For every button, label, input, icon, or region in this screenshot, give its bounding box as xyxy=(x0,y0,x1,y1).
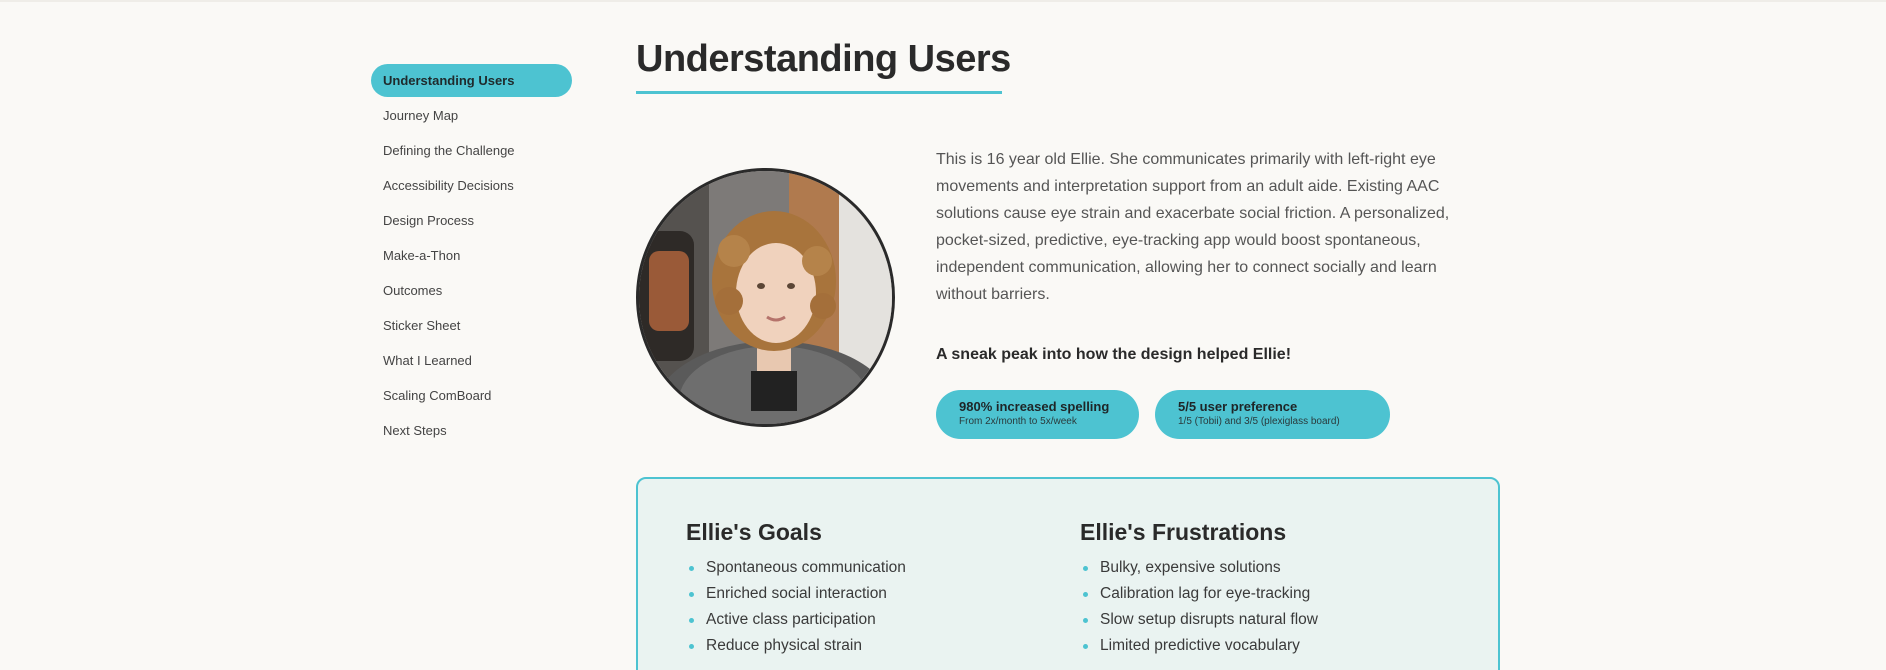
frustrations-column: Ellie's Frustrations Bulky, expensive so… xyxy=(1080,519,1318,659)
frustrations-title: Ellie's Frustrations xyxy=(1080,519,1287,545)
frustrations-list: Bulky, expensive solutions Calibration l… xyxy=(1080,555,1318,659)
title-underline xyxy=(636,91,1002,94)
goals-column: Ellie's Goals Spontaneous communication … xyxy=(686,519,906,659)
page-title: Understanding Users xyxy=(636,38,1011,80)
stat-detail: From 2x/month to 5x/week xyxy=(959,416,1077,427)
goals-title: Ellie's Goals xyxy=(686,519,822,545)
list-item: Bulky, expensive solutions xyxy=(1080,555,1318,581)
sidebar-item-defining-the-challenge[interactable]: Defining the Challenge xyxy=(371,134,572,167)
stat-pill-preference: 5/5 user preference 1/5 (Tobii) and 3/5 … xyxy=(1155,390,1390,439)
list-item: Slow setup disrupts natural flow xyxy=(1080,607,1318,633)
stat-headline: 980% increased spelling xyxy=(959,399,1110,414)
stat-pill-spelling: 980% increased spelling From 2x/month to… xyxy=(936,390,1139,439)
portrait-illustration xyxy=(639,171,892,424)
goals-frustrations-card: Ellie's Goals Spontaneous communication … xyxy=(636,477,1500,670)
sidebar-item-accessibility-decisions[interactable]: Accessibility Decisions xyxy=(371,169,572,202)
sidebar-item-journey-map[interactable]: Journey Map xyxy=(371,99,572,132)
list-item: Enriched social interaction xyxy=(686,581,906,607)
top-divider xyxy=(0,0,1886,2)
sidebar-item-scaling-comboard[interactable]: Scaling ComBoard xyxy=(371,379,572,412)
goals-list: Spontaneous communication Enriched socia… xyxy=(686,555,906,659)
sidebar-item-make-a-thon[interactable]: Make-a-Thon xyxy=(371,239,572,272)
sidebar-item-understanding-users[interactable]: Understanding Users xyxy=(371,64,572,97)
sidebar-item-design-process[interactable]: Design Process xyxy=(371,204,572,237)
list-item: Active class participation xyxy=(686,607,906,633)
list-item: Spontaneous communication xyxy=(686,555,906,581)
ellie-portrait-image xyxy=(636,168,895,427)
stat-headline: 5/5 user preference xyxy=(1178,399,1298,414)
sidebar-nav: Understanding Users Journey Map Defining… xyxy=(371,64,572,449)
stat-detail: 1/5 (Tobii) and 3/5 (plexiglass board) xyxy=(1178,416,1340,427)
sidebar-item-outcomes[interactable]: Outcomes xyxy=(371,274,572,307)
list-item: Reduce physical strain xyxy=(686,633,906,659)
intro-paragraph: This is 16 year old Ellie. She communica… xyxy=(936,151,1450,303)
list-item: Limited predictive vocabulary xyxy=(1080,633,1318,659)
sidebar-item-sticker-sheet[interactable]: Sticker Sheet xyxy=(371,309,572,342)
list-item: Calibration lag for eye-tracking xyxy=(1080,581,1318,607)
sidebar-item-what-i-learned[interactable]: What I Learned xyxy=(371,344,572,377)
sneak-peek-heading: A sneak peak into how the design helped … xyxy=(936,346,1292,363)
sidebar-item-next-steps[interactable]: Next Steps xyxy=(371,414,572,447)
